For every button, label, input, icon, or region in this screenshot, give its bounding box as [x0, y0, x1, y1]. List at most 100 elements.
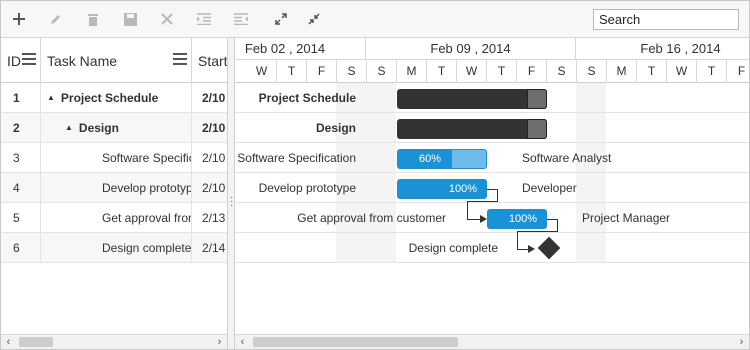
task-label: Design complete [408, 241, 498, 255]
column-header-task-name-label: Task Name [47, 52, 118, 69]
expand-icon[interactable] [269, 7, 293, 31]
day-header: W [247, 60, 277, 83]
day-header: M [607, 60, 637, 83]
collapse-icon[interactable] [302, 7, 326, 31]
scroll-left-icon[interactable]: ‹ [235, 335, 250, 349]
column-menu-icon[interactable] [22, 53, 36, 65]
task-grid: ID Task Name Start 1 ▲ Project Schedule 2… [1, 38, 227, 334]
table-row[interactable]: 5 Get approval from customer 2/13 [1, 203, 227, 233]
dependency-line [467, 201, 498, 202]
day-header: W [667, 60, 697, 83]
scroll-thumb[interactable] [19, 337, 53, 347]
trash-icon[interactable] [81, 7, 105, 31]
indent-icon[interactable] [229, 7, 253, 31]
parent-bar-end [527, 119, 547, 139]
dependency-line [487, 189, 497, 190]
timeline-header: Feb 02 , 2014 Feb 09 , 2014 Feb 16 , 201… [235, 38, 749, 83]
day-header: M [397, 60, 427, 83]
day-header: S [577, 60, 607, 83]
row-id: 4 [1, 173, 41, 203]
close-icon[interactable] [155, 7, 179, 31]
collapse-arrow-icon[interactable]: ▲ [65, 113, 73, 143]
row-start: 2/10 [192, 143, 227, 173]
task-label: Software Specification [237, 151, 356, 165]
dependency-line [467, 219, 481, 220]
table-row[interactable]: 1 ▲ Project Schedule 2/10 [1, 83, 227, 113]
column-menu-icon[interactable] [173, 53, 187, 65]
pencil-icon[interactable] [43, 7, 67, 31]
scroll-left-icon[interactable]: ‹ [1, 335, 16, 349]
row-start: 2/10 [192, 83, 227, 113]
row-id: 1 [1, 83, 41, 113]
outdent-icon[interactable] [192, 7, 216, 31]
column-header-id-label: ID [7, 52, 21, 69]
row-id: 6 [1, 233, 41, 263]
grid-horizontal-scrollbar[interactable]: ‹ › [1, 334, 227, 349]
row-id: 5 [1, 203, 41, 233]
table-row[interactable]: 3 Software Specification 2/10 [1, 143, 227, 173]
day-header: T [277, 60, 307, 83]
chart-horizontal-scrollbar[interactable]: ‹ › [235, 334, 749, 349]
task-bar[interactable]: 60% [397, 149, 487, 169]
grid-header: ID Task Name Start [1, 38, 227, 83]
parent-task-bar[interactable] [397, 119, 547, 139]
column-header-id[interactable]: ID [1, 38, 41, 83]
row-task-name-text: Design [78, 121, 119, 135]
day-header: T [487, 60, 517, 83]
row-start: 2/13 [192, 203, 227, 233]
timeline-chart: Feb 02 , 2014 Feb 09 , 2014 Feb 16 , 201… [235, 38, 749, 334]
pane-splitter[interactable]: · · · [227, 38, 235, 349]
row-task-name: Design complete [41, 233, 192, 263]
plus-icon[interactable] [7, 7, 31, 31]
collapse-arrow-icon[interactable]: ▲ [47, 83, 55, 113]
row-task-name-text: Project Schedule [60, 91, 159, 105]
task-progress-label: 100% [448, 183, 478, 195]
table-row[interactable]: 4 Develop prototype 2/10 [1, 173, 227, 203]
dependency-line [467, 201, 468, 219]
scroll-right-icon[interactable]: › [212, 335, 227, 349]
dependency-arrow-icon [528, 245, 535, 253]
toolbar [1, 1, 749, 38]
day-header: T [427, 60, 457, 83]
day-header: W [457, 60, 487, 83]
day-header: T [637, 60, 667, 83]
row-task-name: ▲ Project Schedule [41, 83, 192, 113]
scroll-thumb[interactable] [253, 337, 458, 347]
dependency-line [517, 231, 518, 249]
week-header: Feb 09 , 2014 [366, 38, 576, 60]
task-progress-label: 100% [508, 213, 538, 225]
row-task-name: Software Specification [41, 143, 192, 173]
day-header: F [517, 60, 547, 83]
day-header: F [307, 60, 337, 83]
resource-label: Software Analyst [522, 151, 612, 165]
day-header: S [337, 60, 367, 83]
row-start: 2/10 [192, 173, 227, 203]
day-header: F [727, 60, 749, 83]
task-bar[interactable]: 100% [487, 209, 547, 229]
day-header: S [547, 60, 577, 83]
task-label: Design [315, 121, 356, 135]
dependency-line [557, 219, 558, 231]
row-id: 3 [1, 143, 41, 173]
task-bar[interactable]: 100% [397, 179, 487, 199]
gantt-chart: ID Task Name Start 1 ▲ Project Schedule 2… [0, 0, 750, 350]
parent-bar-end [527, 89, 547, 109]
week-header: Feb 02 , 2014 [235, 38, 366, 60]
search-input[interactable] [593, 9, 739, 30]
row-start: 2/10 [192, 113, 227, 143]
task-label: Project Schedule [258, 91, 356, 105]
row-task-name: Develop prototype [41, 173, 192, 203]
resource-label: Project Manager [582, 211, 671, 225]
table-row[interactable]: 2 ▲ Design 2/10 [1, 113, 227, 143]
parent-task-bar[interactable] [397, 89, 547, 109]
save-icon[interactable] [118, 7, 142, 31]
splitter-handle-icon[interactable]: · · · [230, 193, 233, 211]
table-row[interactable]: 6 Design complete 2/14 [1, 233, 227, 263]
column-header-task-name[interactable]: Task Name [41, 38, 192, 83]
dependency-line [547, 219, 557, 220]
column-header-start[interactable]: Start [192, 38, 227, 83]
timeline-body: Project Schedule Design Software Specifi… [235, 83, 749, 334]
scroll-right-icon[interactable]: › [734, 335, 749, 349]
week-header: Feb 16 , 2014 [576, 38, 749, 60]
dependency-arrow-icon [480, 215, 487, 223]
